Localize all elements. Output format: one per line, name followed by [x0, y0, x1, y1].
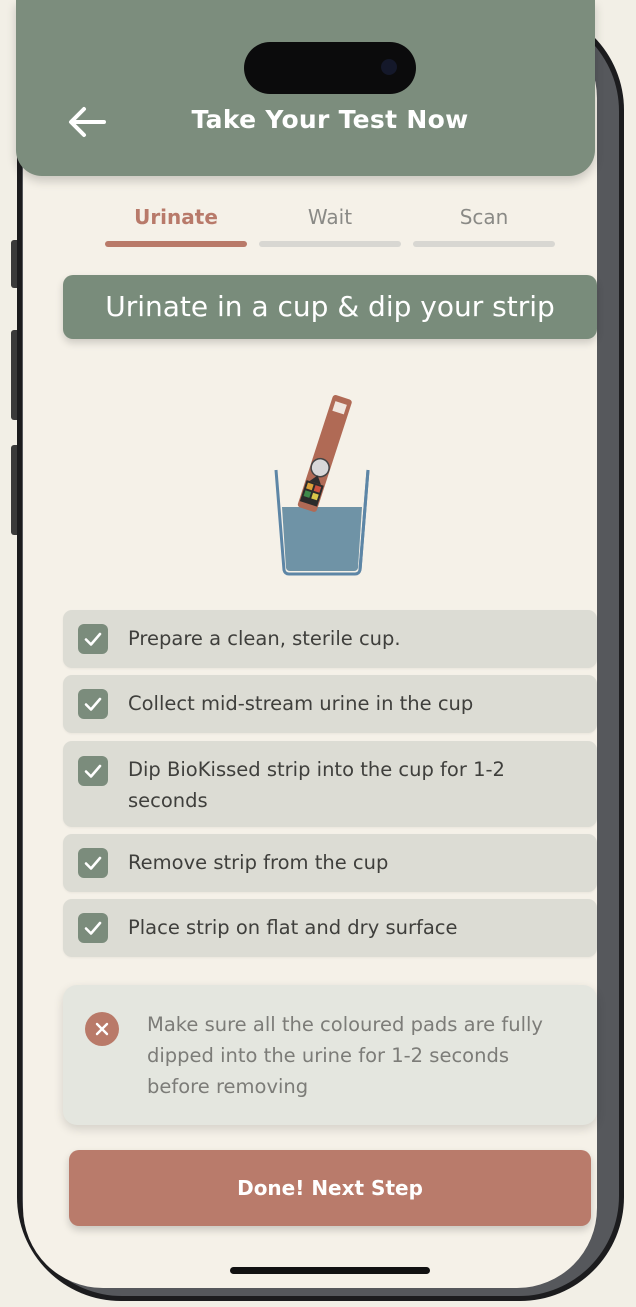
checklist-item-text: Dip BioKissed strip into the cup for 1-2… [128, 758, 505, 812]
checklist-item-3[interactable]: Dip BioKissed strip into the cup for 1-2… [63, 741, 597, 827]
warning-card: Make sure all the coloured pads are full… [63, 985, 597, 1125]
checkmark-icon [84, 764, 102, 778]
checklist-item-2[interactable]: Collect mid-stream urine in the cup [63, 675, 597, 733]
page-title: Take Your Test Now [191, 105, 469, 134]
arrow-left-icon [69, 107, 106, 137]
checklist-item-text: Collect mid-stream urine in the cup [128, 692, 474, 715]
checklist-item-text: Prepare a clean, sterile cup. [128, 627, 401, 650]
checkbox[interactable] [78, 913, 108, 943]
checklist-item-text: Place strip on flat and dry surface [128, 916, 458, 939]
strip-in-cup-icon [274, 395, 370, 576]
checkbox[interactable] [78, 624, 108, 654]
step-banner: Urinate in a cup & dip your strip [63, 275, 597, 339]
warning-text: Make sure all the coloured pads are full… [147, 1013, 543, 1098]
back-button[interactable] [66, 104, 108, 140]
checkbox[interactable] [78, 756, 108, 786]
tab-scan[interactable]: Scan [413, 205, 555, 229]
tab-urinate-indicator [105, 241, 247, 247]
tab-urinate[interactable]: Urinate [105, 205, 247, 229]
checklist-item-4[interactable]: Remove strip from the cup [63, 834, 597, 892]
checkmark-icon [84, 856, 102, 870]
tab-wait[interactable]: Wait [259, 205, 401, 229]
tab-wait-indicator [259, 241, 401, 247]
checklist-item-5[interactable]: Place strip on flat and dry surface [63, 899, 597, 957]
device-mockup: Take Your Test Now Urinate Wait Scan Uri… [0, 0, 636, 1307]
tab-scan-indicator [413, 241, 555, 247]
front-camera [381, 59, 397, 75]
checklist-item-text: Remove strip from the cup [128, 851, 389, 874]
checkmark-icon [84, 697, 102, 711]
home-indicator [230, 1267, 430, 1274]
close-circle-icon [85, 1012, 119, 1046]
checkbox[interactable] [78, 689, 108, 719]
checkmark-icon [84, 632, 102, 646]
checkmark-icon [84, 921, 102, 935]
checkbox[interactable] [78, 848, 108, 878]
next-step-button[interactable]: Done! Next Step [69, 1150, 591, 1226]
checklist-item-1[interactable]: Prepare a clean, sterile cup. [63, 610, 597, 668]
